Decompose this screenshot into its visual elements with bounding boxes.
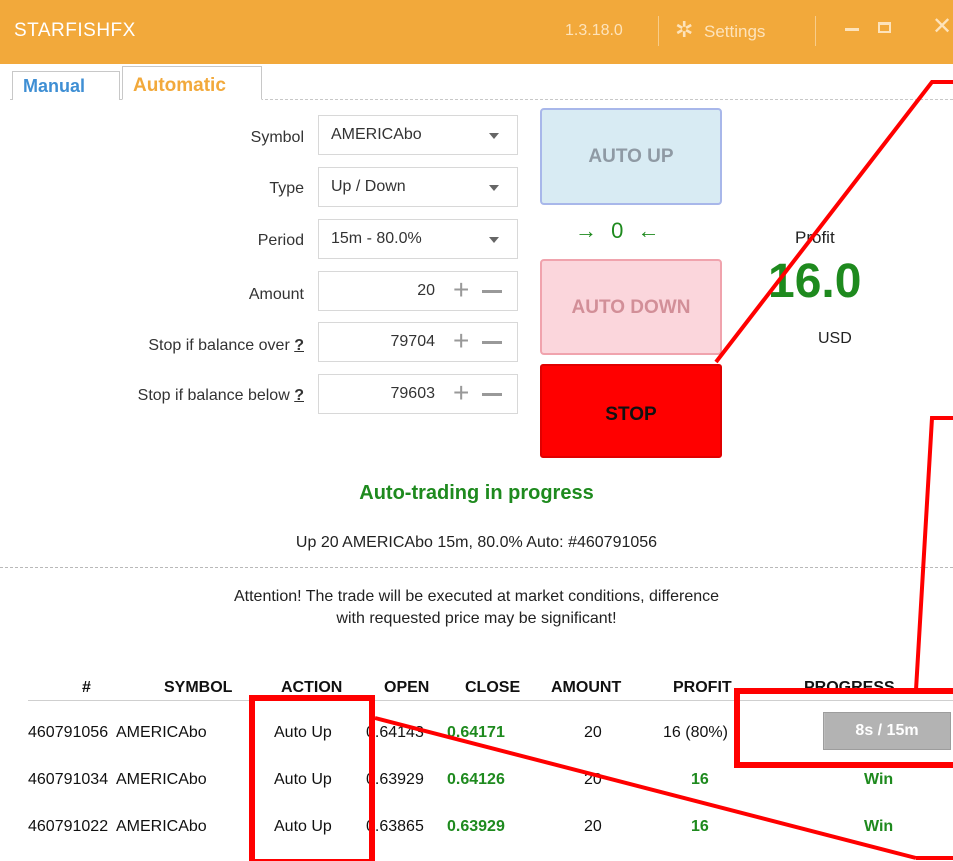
column-header-id: #: [82, 679, 91, 696]
symbol-select[interactable]: AMERICAbo: [318, 115, 518, 155]
app-title: STARFISHFX: [14, 20, 136, 41]
minimize-icon[interactable]: [845, 28, 859, 31]
table-row-result: Win: [864, 818, 894, 835]
stop-over-label: Stop if balance over ?: [148, 337, 304, 354]
chevron-down-icon: [489, 237, 499, 243]
chevron-down-icon: [489, 185, 499, 191]
auto-up-button[interactable]: AUTO UP: [540, 108, 722, 205]
plus-icon[interactable]: +: [453, 379, 469, 407]
close-icon[interactable]: ✕: [932, 14, 952, 40]
chevron-down-icon: [489, 133, 499, 139]
settings-button[interactable]: Settings: [704, 22, 765, 42]
stop-below-label: Stop if balance below ?: [137, 387, 304, 404]
minus-icon[interactable]: [482, 290, 502, 293]
amount-label: Amount: [248, 286, 304, 303]
titlebar-divider: [658, 16, 659, 46]
title-bar: [0, 0, 953, 64]
amount-stepper[interactable]: 20 +: [318, 271, 518, 311]
version-label: 1.3.18.0: [565, 22, 623, 39]
stop-over-stepper[interactable]: 79704 +: [318, 322, 518, 362]
minus-icon[interactable]: [482, 393, 502, 396]
table-row-amount: 20: [584, 771, 602, 788]
help-link[interactable]: ?: [294, 337, 304, 354]
column-header-amount: AMOUNT: [551, 679, 622, 696]
trade-counter: → 0 ←: [575, 218, 660, 244]
annotation-line-progress: [914, 416, 953, 691]
profit-label: Profit: [795, 228, 835, 247]
table-row-profit: 16: [691, 818, 709, 835]
help-link[interactable]: ?: [294, 387, 304, 404]
plus-icon[interactable]: +: [453, 276, 469, 304]
table-row-close: 0.64126: [447, 771, 505, 788]
column-header-close: CLOSE: [465, 679, 521, 696]
stop-button[interactable]: STOP: [540, 364, 722, 458]
period-select[interactable]: 15m - 80.0%: [318, 219, 518, 259]
tab-automatic[interactable]: Automatic: [122, 66, 262, 100]
period-label: Period: [257, 232, 304, 249]
counter-value: 0: [611, 218, 624, 243]
table-row-id: 460791056: [28, 724, 109, 741]
table-row-id: 460791022: [28, 818, 109, 835]
status-headline: Auto-trading in progress: [359, 482, 594, 504]
type-select[interactable]: Up / Down: [318, 167, 518, 207]
column-header-symbol: SYMBOL: [164, 679, 233, 696]
annotation-line-stop: [714, 80, 953, 364]
maximize-icon[interactable]: [878, 22, 891, 33]
column-header-open: OPEN: [384, 679, 430, 696]
section-divider: [0, 567, 953, 568]
stop-below-stepper[interactable]: 79603 +: [318, 374, 518, 414]
titlebar-divider: [815, 16, 816, 46]
annotation-box-action: [249, 695, 375, 861]
type-label: Type: [269, 180, 304, 197]
table-row-profit: 16 (80%): [663, 724, 728, 741]
table-row-symbol: AMERICAbo: [116, 771, 207, 788]
table-row-symbol: AMERICAbo: [116, 818, 207, 835]
profit-value: 16.0: [768, 255, 862, 308]
table-row-symbol: AMERICAbo: [116, 724, 207, 741]
symbol-label: Symbol: [250, 129, 304, 146]
arrow-right-icon: →: [575, 218, 597, 243]
table-row-close: 0.64171: [447, 724, 505, 741]
table-row-result: Win: [864, 771, 894, 788]
tab-manual[interactable]: Manual: [12, 71, 120, 100]
amount-input[interactable]: 20: [417, 282, 435, 300]
gear-icon[interactable]: ✲: [675, 18, 693, 42]
stop-over-input[interactable]: 79704: [391, 333, 436, 351]
minus-icon[interactable]: [482, 341, 502, 344]
column-header-profit: PROFIT: [673, 679, 732, 696]
table-row-id: 460791034: [28, 771, 109, 788]
auto-down-button[interactable]: AUTO DOWN: [540, 259, 722, 355]
table-row-close: 0.63929: [447, 818, 505, 835]
stop-below-input[interactable]: 79603: [391, 385, 436, 403]
annotation-box-progress: [734, 688, 953, 768]
plus-icon[interactable]: +: [453, 327, 469, 355]
arrow-left-icon: ←: [637, 218, 660, 243]
table-row-profit: 16: [691, 771, 709, 788]
table-row-amount: 20: [584, 818, 602, 835]
attention-notice: Attention! The trade will be executed at…: [233, 588, 720, 627]
profit-currency: USD: [818, 330, 852, 347]
table-row-amount: 20: [584, 724, 602, 741]
status-detail: Up 20 AMERICAbo 15m, 80.0% Auto: #460791…: [295, 534, 658, 551]
